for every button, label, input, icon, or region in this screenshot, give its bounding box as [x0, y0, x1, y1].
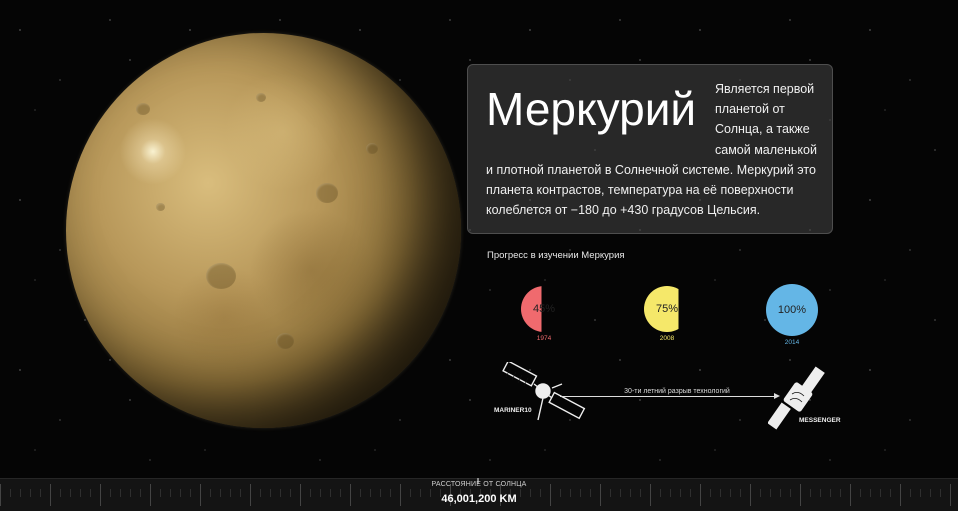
mariner10-satellite-icon — [502, 362, 586, 421]
crater — [316, 183, 338, 203]
crater — [256, 93, 266, 102]
crater — [136, 103, 150, 115]
crater — [206, 263, 236, 289]
progress-stat-1974: 45% 1974 — [514, 286, 574, 342]
progress-year: 1974 — [536, 335, 552, 342]
title-float-spacer — [486, 79, 715, 141]
progress-circle: 45% — [521, 286, 567, 332]
crater — [366, 143, 378, 154]
progress-circle: 75% — [644, 286, 690, 332]
progress-percent: 75% — [655, 303, 679, 315]
mariner10-label: MARINER10 — [494, 407, 532, 414]
timeline-arrow-line — [560, 396, 778, 397]
planet-info-card: Меркурий Является первой планетой от Сол… — [467, 64, 833, 234]
progress-percent: 100% — [777, 304, 807, 316]
crater — [276, 333, 294, 349]
mercury-planet-image — [66, 33, 461, 428]
progress-stat-2014: 100% 2014 — [762, 284, 822, 346]
progress-stat-2008: 75% 2008 — [637, 286, 697, 342]
crater — [156, 203, 165, 211]
distance-value: 46,001,200 KM — [441, 493, 517, 505]
progress-year: 2008 — [659, 335, 675, 342]
progress-circle: 100% — [766, 284, 818, 336]
progress-year: 2014 — [784, 339, 800, 346]
messenger-label: MESSENGER — [799, 417, 841, 424]
progress-title: Прогресс в изучении Меркурия — [487, 250, 625, 261]
progress-percent: 45% — [532, 303, 556, 315]
planet-description-wrap: Является первой планетой от Солнца, а та… — [486, 79, 818, 220]
distance-label: РАССТОЯНИЕ ОТ СОЛНЦА — [431, 481, 527, 488]
technology-gap-label: 30-ти летний разрыв технологий — [624, 388, 730, 395]
